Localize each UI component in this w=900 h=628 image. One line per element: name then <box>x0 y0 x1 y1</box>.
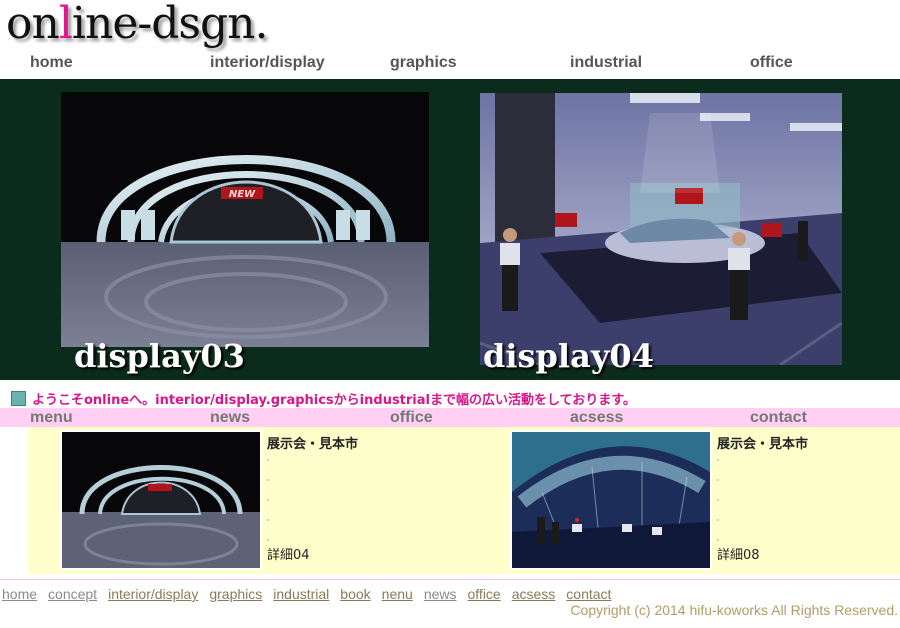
content-panel: 展示会・見本市 詳細04 展示会・見本市 詳細08 <box>28 427 900 574</box>
sub-nav: menu news office acsess contact <box>0 408 900 427</box>
hero-image-display04[interactable] <box>480 93 842 365</box>
hero-banner: NEW display03 display04 <box>0 79 900 380</box>
card-detail-link-1[interactable]: 詳細04 <box>267 544 310 563</box>
top-nav: home interior/display graphics industria… <box>0 54 900 76</box>
top-nav-interior-display[interactable]: interior/display <box>210 54 325 72</box>
footer-link-office[interactable]: office <box>468 586 501 602</box>
hero-caption-display03: display03 <box>74 337 245 375</box>
footer-link-home[interactable]: home <box>2 586 37 602</box>
top-nav-office[interactable]: office <box>750 54 793 72</box>
sub-nav-news[interactable]: news <box>210 408 250 427</box>
sub-nav-menu[interactable]: menu <box>30 408 73 427</box>
hero-caption-display04: display04 <box>483 337 654 375</box>
card-detail-link-2[interactable]: 詳細08 <box>717 544 760 563</box>
card-thumbnail-2[interactable] <box>510 430 712 570</box>
footer-link-nenu[interactable]: nenu <box>382 586 413 602</box>
footer-link-graphics[interactable]: graphics <box>209 586 262 602</box>
footer-divider <box>0 579 900 580</box>
footer-link-news[interactable]: news <box>424 586 457 602</box>
sub-nav-contact[interactable]: contact <box>750 408 807 427</box>
top-nav-industrial[interactable]: industrial <box>570 54 642 72</box>
footer-link-book[interactable]: book <box>340 586 370 602</box>
footer-link-industrial[interactable]: industrial <box>273 586 329 602</box>
welcome-message: ようこそonlineへ。interior/display.graphicsからi… <box>11 389 636 408</box>
welcome-text: ようこそonlineへ。interior/display.graphicsからi… <box>32 392 636 408</box>
logo-text-start: on <box>6 0 60 49</box>
hero-image-display03[interactable]: NEW <box>61 92 429 347</box>
top-nav-graphics[interactable]: graphics <box>390 54 457 72</box>
card-title-1: 展示会・見本市 <box>267 437 359 452</box>
footer-link-contact[interactable]: contact <box>566 586 611 602</box>
hero-badge-new: NEW <box>229 189 256 200</box>
square-bullet-icon <box>11 390 26 406</box>
card-title-2: 展示会・見本市 <box>717 437 809 452</box>
footer-link-acsess[interactable]: acsess <box>512 586 556 602</box>
top-nav-home[interactable]: home <box>30 54 73 72</box>
card-thumbnail-1[interactable] <box>60 430 262 570</box>
copyright-text: Copyright (c) 2014 hifu-koworks All Righ… <box>570 602 898 618</box>
site-logo[interactable]: online-dsgn. <box>6 0 269 49</box>
footer-link-interior-display[interactable]: interior/display <box>108 586 198 602</box>
logo-text-end: ine-dsgn. <box>71 0 269 49</box>
footer-nav: home concept interior/display graphics i… <box>2 586 622 602</box>
logo-text-accent: l <box>58 0 73 49</box>
sub-nav-acsess[interactable]: acsess <box>570 408 623 427</box>
sub-nav-office[interactable]: office <box>390 408 433 427</box>
footer-link-concept[interactable]: concept <box>48 586 97 602</box>
